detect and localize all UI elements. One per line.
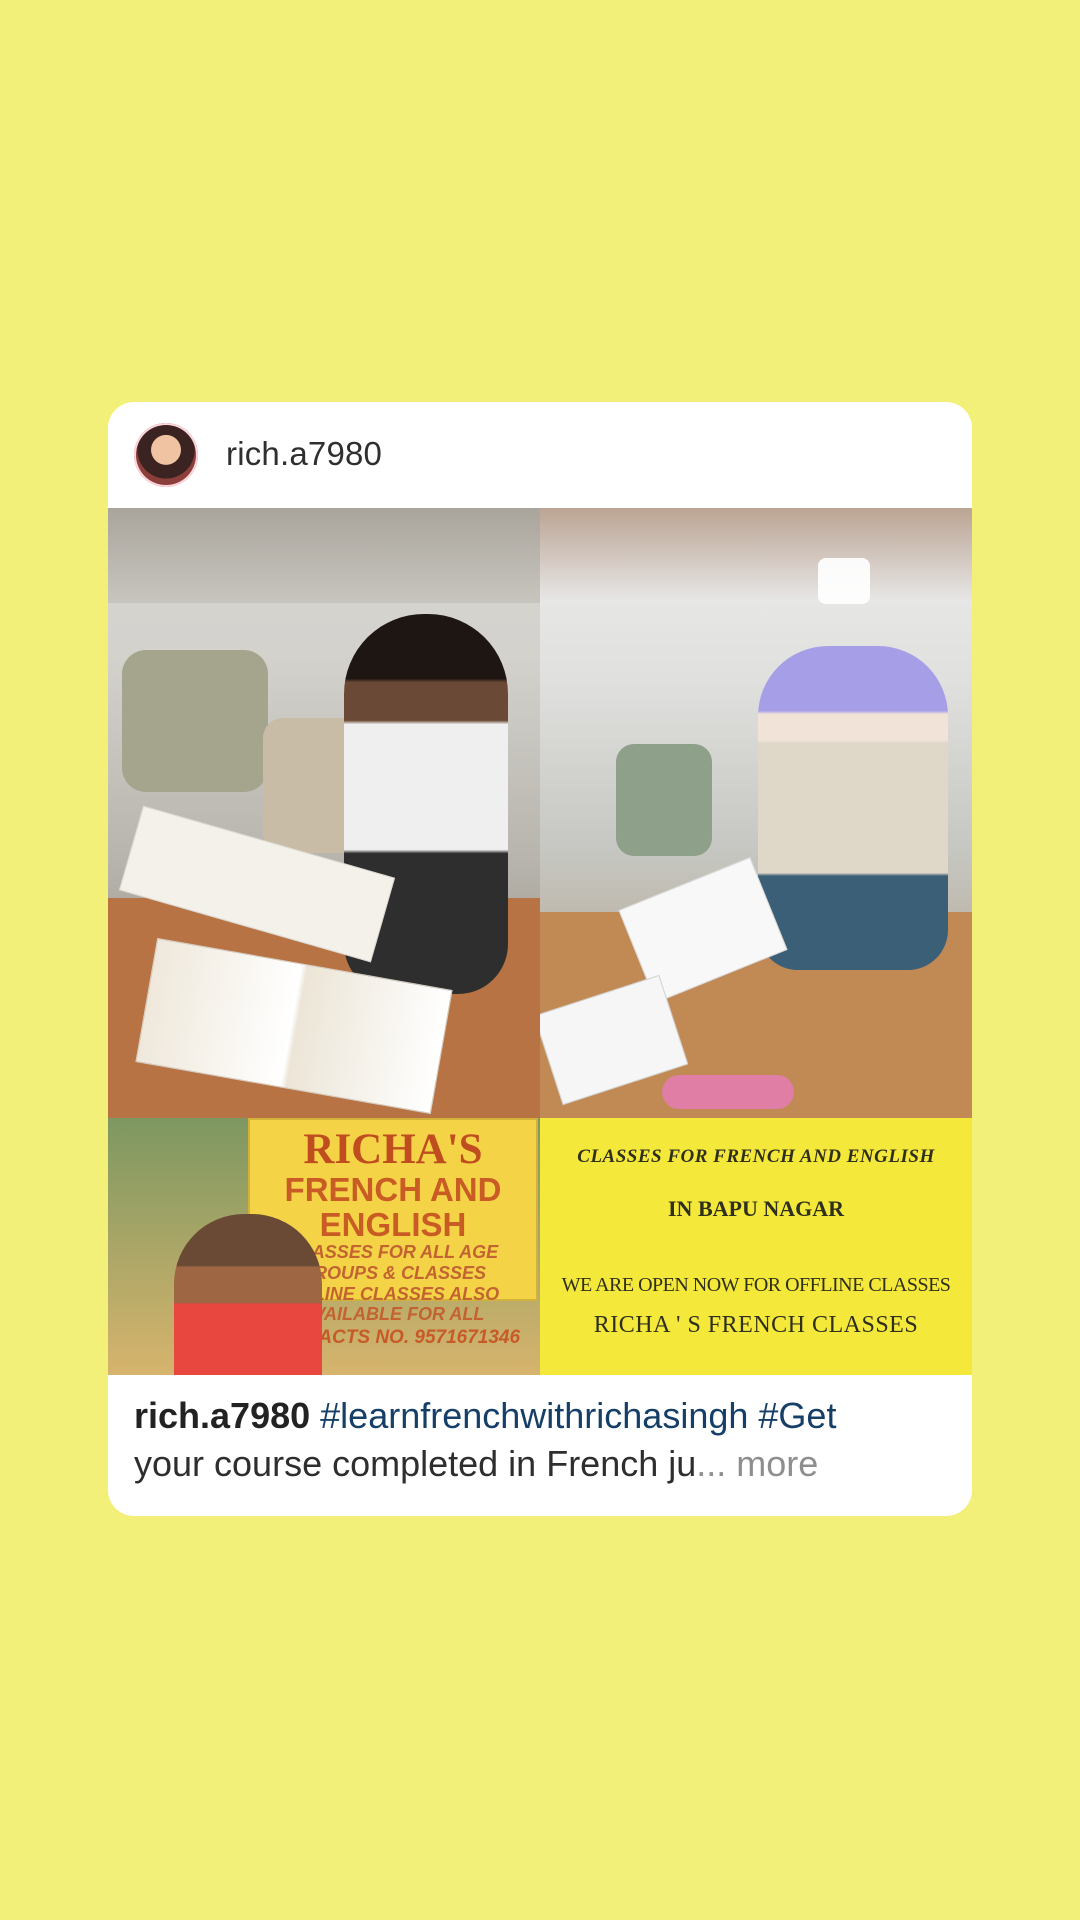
sign-title: RICHA'S: [303, 1126, 483, 1173]
flyer-line: WE ARE OPEN NOW FOR OFFLINE CLASSES: [561, 1274, 951, 1296]
caption-more-link[interactable]: ... more: [696, 1443, 818, 1484]
flyer-line: RICHA ' S FRENCH CLASSES: [593, 1312, 919, 1338]
profile-avatar[interactable]: [134, 423, 198, 487]
photo-student-writing[interactable]: [108, 508, 540, 1118]
caption-username[interactable]: rich.a7980: [134, 1395, 310, 1436]
photo-adult-student[interactable]: [540, 508, 972, 1118]
photo-sign-board[interactable]: RICHA'S FRENCH AND ENGLISH CLASSES FOR A…: [108, 1118, 540, 1375]
photo-flyer[interactable]: CLASSES FOR FRENCH AND ENGLISH IN BAPU N…: [540, 1118, 972, 1375]
flyer-text: CLASSES FOR FRENCH AND ENGLISH IN BAPU N…: [540, 1118, 972, 1375]
armchair-left: [122, 650, 268, 792]
armchair-right: [616, 744, 712, 856]
post-header: rich.a7980: [108, 402, 972, 508]
caption-text: your course completed in French ju: [134, 1442, 697, 1484]
post-card: rich.a7980 RICHA'S FRENCH AND ENGLISH CL…: [108, 402, 972, 1516]
pink-cushion: [662, 1075, 794, 1109]
child-figure: [174, 1214, 322, 1375]
photo-top-strip-right: [540, 508, 972, 603]
image-collage[interactable]: RICHA'S FRENCH AND ENGLISH CLASSES FOR A…: [108, 508, 972, 1375]
post-caption[interactable]: rich.a7980 #learnfrenchwithrichasingh #G…: [134, 1392, 946, 1487]
flyer-line: IN BAPU NAGAR: [668, 1196, 844, 1221]
caption-hashtags[interactable]: #learnfrenchwithrichasingh #Get: [320, 1395, 836, 1436]
checkbox-icon[interactable]: [818, 558, 870, 604]
adult-student-figure: [758, 646, 948, 970]
photo-top-strip-left: [108, 508, 540, 603]
flyer-line: CLASSES FOR FRENCH AND ENGLISH: [577, 1146, 935, 1167]
username[interactable]: rich.a7980: [226, 435, 382, 473]
